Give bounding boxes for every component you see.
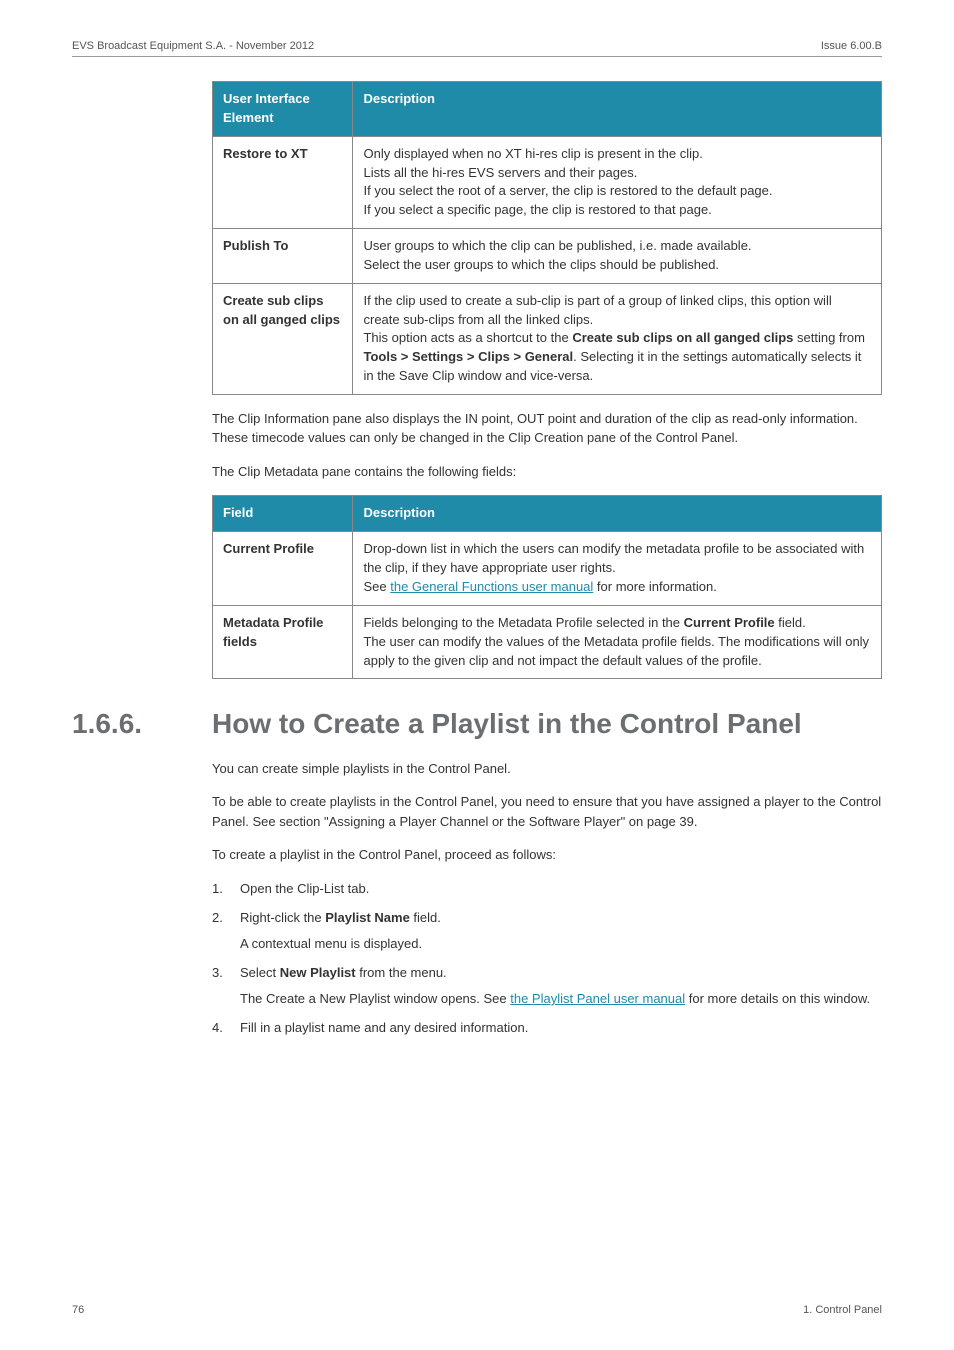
step-sub: The Create a New Playlist window opens. … (240, 989, 882, 1009)
list-item: Right-click the Playlist Name field. A c… (212, 908, 882, 953)
cell-desc: Only displayed when no XT hi-res clip is… (353, 136, 882, 228)
table1-head-c2: Description (353, 82, 882, 137)
cell-label: Current Profile (213, 532, 353, 606)
table-row: Current Profile Drop-down list in which … (213, 532, 882, 606)
paragraph: To be able to create playlists in the Co… (212, 792, 882, 831)
table-row: Restore to XT Only displayed when no XT … (213, 136, 882, 228)
list-item: Select New Playlist from the menu. The C… (212, 963, 882, 1008)
paragraph: You can create simple playlists in the C… (212, 759, 882, 779)
ui-element-table: User Interface Element Description Resto… (212, 81, 882, 395)
paragraph: The Clip Information pane also displays … (212, 409, 882, 448)
cell-desc: User groups to which the clip can be pub… (353, 229, 882, 284)
section-title-text: How to Create a Playlist in the Control … (212, 707, 802, 741)
cell-label: Metadata Profile fields (213, 605, 353, 679)
table1-head-c1: User Interface Element (213, 82, 353, 137)
table-row: Create sub clips on all ganged clips If … (213, 283, 882, 394)
table2-head-c2: Description (353, 496, 882, 532)
cell-desc: Drop-down list in which the users can mo… (353, 532, 882, 606)
cell-label: Restore to XT (213, 136, 353, 228)
paragraph: The Clip Metadata pane contains the foll… (212, 462, 882, 482)
playlist-panel-link[interactable]: the Playlist Panel user manual (510, 991, 685, 1006)
table-row: Metadata Profile fields Fields belonging… (213, 605, 882, 679)
cell-desc: If the clip used to create a sub-clip is… (353, 283, 882, 394)
general-functions-link[interactable]: the General Functions user manual (390, 579, 593, 594)
table2-head-c1: Field (213, 496, 353, 532)
step-sub: A contextual menu is displayed. (240, 934, 882, 954)
cell-desc: Fields belonging to the Metadata Profile… (353, 605, 882, 679)
footer-section: 1. Control Panel (803, 1304, 882, 1316)
section-heading: 1.6.6. How to Create a Playlist in the C… (72, 707, 882, 741)
paragraph: To create a playlist in the Control Pane… (212, 845, 882, 865)
cell-label: Create sub clips on all ganged clips (213, 283, 353, 394)
page-header: EVS Broadcast Equipment S.A. - November … (72, 40, 882, 57)
page-footer: 76 1. Control Panel (72, 1304, 882, 1316)
steps-list: Open the Clip-List tab. Right-click the … (212, 879, 882, 1038)
field-table: Field Description Current Profile Drop-d… (212, 495, 882, 679)
page-number: 76 (72, 1304, 84, 1316)
list-item: Open the Clip-List tab. (212, 879, 882, 899)
table-row: Publish To User groups to which the clip… (213, 229, 882, 284)
header-right: Issue 6.00.B (821, 40, 882, 52)
list-item: Fill in a playlist name and any desired … (212, 1018, 882, 1038)
cell-label: Publish To (213, 229, 353, 284)
section-number: 1.6.6. (72, 708, 184, 740)
header-left: EVS Broadcast Equipment S.A. - November … (72, 40, 314, 52)
